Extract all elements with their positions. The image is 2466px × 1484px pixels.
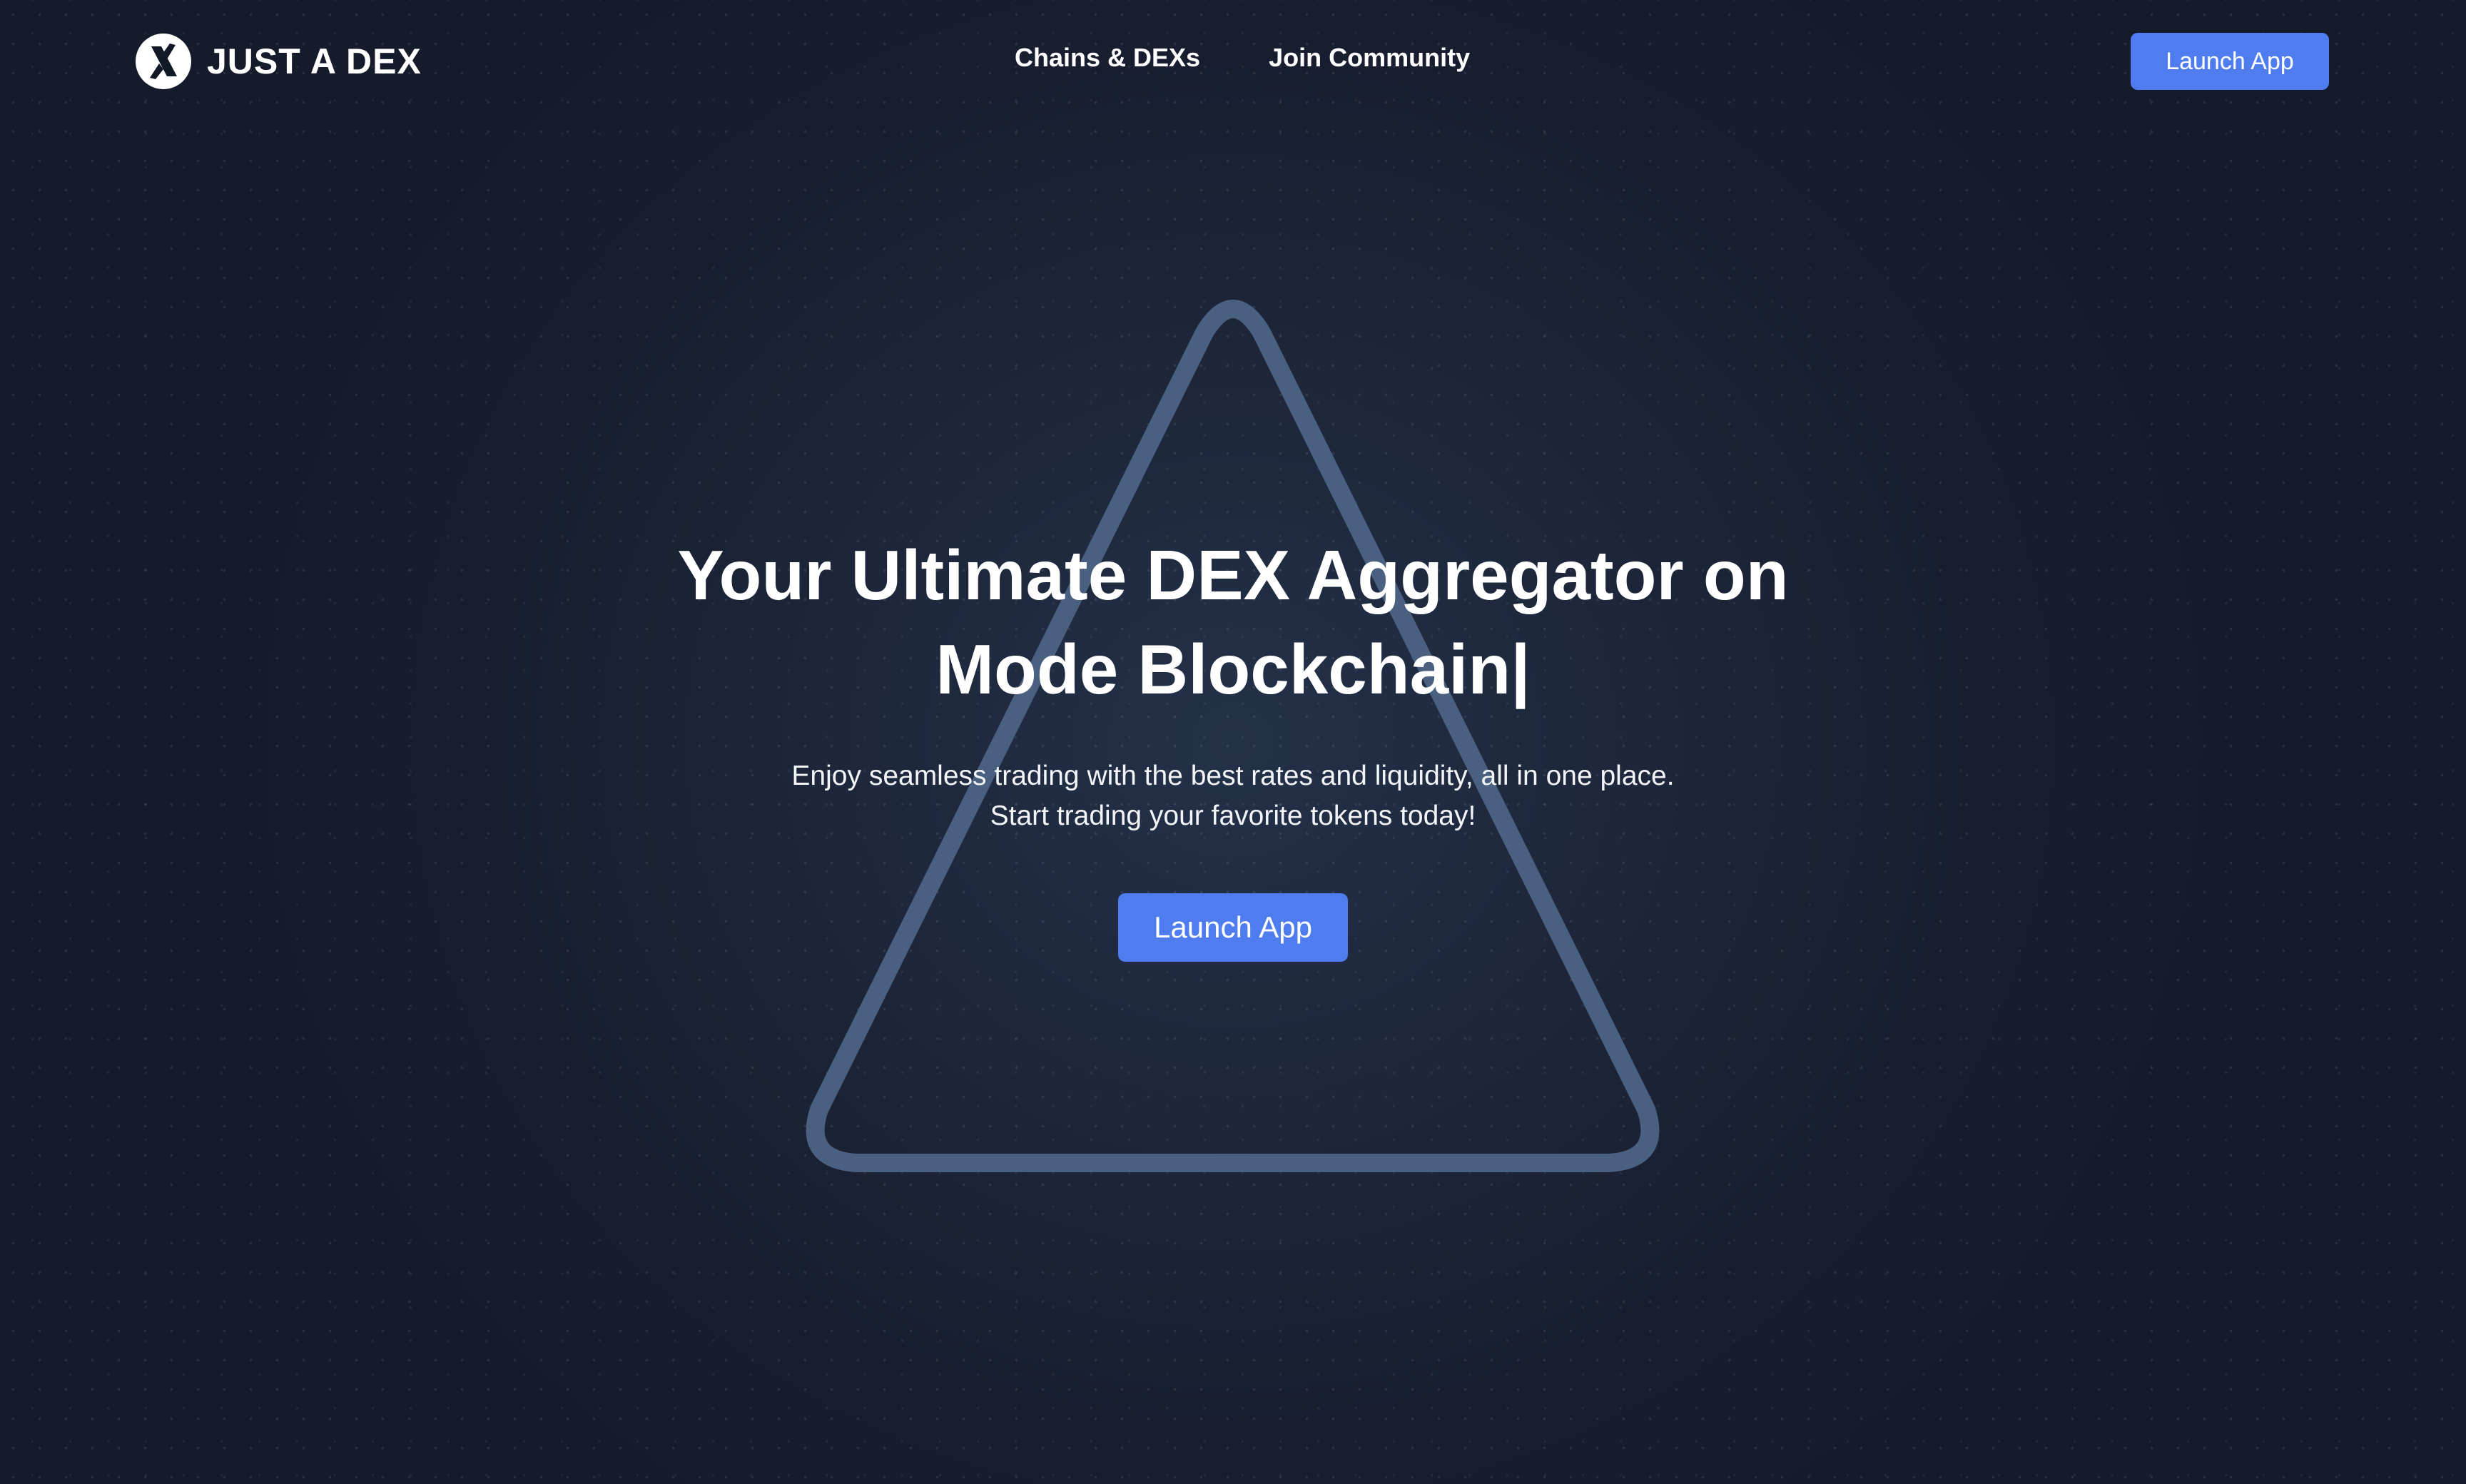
hero-subtitle-line-1: Enjoy seamless trading with the best rat… xyxy=(791,761,1675,791)
launch-app-button-hero[interactable]: Launch App xyxy=(1118,893,1348,962)
launch-app-button-header[interactable]: Launch App xyxy=(2131,33,2329,90)
nav-link-chains-dexs[interactable]: Chains & DEXs xyxy=(1015,43,1200,73)
nav-link-join-community[interactable]: Join Community xyxy=(1269,43,1470,73)
brand-home-link[interactable]: JUST A DEX xyxy=(136,33,422,90)
hero-subtitle-line-2: Start trading your favorite tokens today… xyxy=(990,801,1476,831)
hero-title: Your Ultimate DEX Aggregator on Mode Blo… xyxy=(626,528,1840,716)
hero-title-line-2: Mode Blockchain| xyxy=(935,630,1531,708)
hero-section: Your Ultimate DEX Aggregator on Mode Blo… xyxy=(0,528,2466,962)
nav-links: Chains & DEXs Join Community xyxy=(1015,43,1470,73)
top-navbar: JUST A DEX Chains & DEXs Join Community … xyxy=(0,0,2466,123)
x-logo-icon xyxy=(136,34,191,89)
hero-title-line-1: Your Ultimate DEX Aggregator on xyxy=(677,536,1789,614)
hero-subtitle: Enjoy seamless trading with the best rat… xyxy=(698,756,1768,836)
brand-name: JUST A DEX xyxy=(207,41,422,81)
